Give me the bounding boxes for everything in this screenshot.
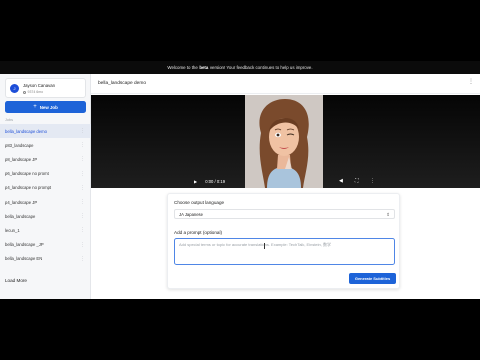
job-list: bella_landscape demo ⋮ p83_landscape ⋮ p8_la… [0,124,91,266]
video-seek-fill [199,189,203,191]
video-seek-bar[interactable] [199,189,364,191]
prompt-label: Add a prompt (optional) [174,230,223,235]
main-header: bella_landscape demo ⋮ [91,74,480,94]
sidebar-job-item[interactable]: p83_landscape ⋮ [0,138,91,152]
sidebar-job-label: p8_landscape JP [5,156,38,162]
page-title: bella_landscape demo [98,81,147,86]
jobs-section-label: Jobs [5,118,14,122]
language-label: Choose output language [174,200,225,205]
prompt-input[interactable]: Add special terms or topic for accurate … [174,238,395,265]
play-icon[interactable]: ▶ [194,179,197,184]
new-job-label: New Job [39,104,58,110]
load-more-button[interactable]: Load More [5,278,27,283]
sidebar-job-label: p83_landscape [5,142,34,148]
sidebar-job-item[interactable]: p8_landscape JP ⋮ [0,152,91,166]
more-vertical-icon[interactable]: ⋮ [80,213,85,219]
credits-icon [23,90,26,94]
fullscreen-icon[interactable]: ⛶ [355,178,359,184]
sidebar-job-label: p6_landscape no promt [5,171,49,177]
sidebar: J Jayson Canavan 9374 6mo + New Job Jobs… [0,74,91,299]
banner-text-before: Welcome to the [167,65,198,70]
language-value: JA Japanese [179,211,203,217]
sidebar-job-item[interactable]: bella_landscape EN ⋮ [0,252,91,266]
user-card[interactable]: J Jayson Canavan 9374 6mo [5,78,86,98]
video-time: 0:00 / 0:19 [205,179,226,184]
sidebar-job-item[interactable]: bella_landscape demo ⋮ [0,124,91,139]
subtitle-form: Choose output language JA Japanese ⇕ Add… [167,193,400,289]
sidebar-job-item[interactable]: p4_landscape JP ⋮ [0,195,91,209]
beta-banner: Welcome to the beta version! Your feedba… [0,61,480,74]
more-vertical-icon[interactable]: ⋮ [468,79,474,85]
user-name: Jayson Canavan [23,83,56,88]
text-cursor-icon [264,243,266,249]
more-vertical-icon[interactable]: ⋮ [80,256,85,262]
app-screen: Welcome to the beta version! Your feedba… [0,61,480,299]
sidebar-job-label: p4_landscape no prompt [5,185,52,191]
more-vertical-icon[interactable]: ⋮ [80,185,85,191]
avatar: J [10,84,19,93]
sidebar-job-label: bella_landscape demo [5,128,47,134]
more-vertical-icon[interactable]: ⋮ [80,171,85,177]
video-controls: ▶ 0:00 / 0:19 ◀ ⛶ ⋮ [186,175,382,191]
sidebar-job-item[interactable]: lecun_1 ⋮ [0,223,91,237]
banner-text-after: version! Your feedback continues to help… [209,65,313,70]
sidebar-job-label: p4_landscape JP [5,199,38,205]
language-select[interactable]: JA Japanese ⇕ [174,209,395,219]
more-vertical-icon[interactable]: ⋮ [80,242,85,248]
more-vertical-icon[interactable]: ⋮ [80,227,85,233]
banner-text-bold: beta [199,65,209,70]
more-vertical-icon[interactable]: ⋮ [80,156,85,162]
generate-subtitles-button[interactable]: Generate Subtitles [349,273,396,284]
sidebar-job-item[interactable]: p6_landscape no promt ⋮ [0,167,91,181]
plus-icon: + [33,104,37,110]
main-panel: bella_landscape demo ⋮ ▶ 0:00 / 0:19 ◀ ⛶… [91,74,480,299]
sidebar-job-item[interactable]: bella_landscape _JP ⋮ [0,238,91,252]
more-vertical-icon[interactable]: ⋮ [80,199,85,205]
user-credits: 9374 6mo [23,90,43,94]
sidebar-job-item[interactable]: p4_landscape no prompt ⋮ [0,181,91,195]
volume-icon[interactable]: ◀ [339,178,343,184]
chevron-updown-icon: ⇕ [386,211,390,217]
more-vertical-icon[interactable]: ⋮ [80,128,85,134]
sidebar-job-label: bella_landscape EN [5,256,43,262]
sidebar-job-label: lecun_1 [5,227,20,233]
video-player[interactable]: ▶ 0:00 / 0:19 ◀ ⛶ ⋮ [91,95,480,191]
sidebar-job-item[interactable]: bella_landscape ⋮ [0,209,91,223]
prompt-placeholder: Add special terms or topic for accurate … [179,242,331,247]
sidebar-job-label: bella_landscape [5,213,36,219]
sidebar-job-label: bella_landscape _JP [5,242,44,248]
more-vertical-icon[interactable]: ⋮ [370,178,375,184]
more-vertical-icon[interactable]: ⋮ [80,142,85,148]
new-job-button[interactable]: + New Job [5,101,86,113]
credits-value: 9374 6mo [27,90,44,94]
